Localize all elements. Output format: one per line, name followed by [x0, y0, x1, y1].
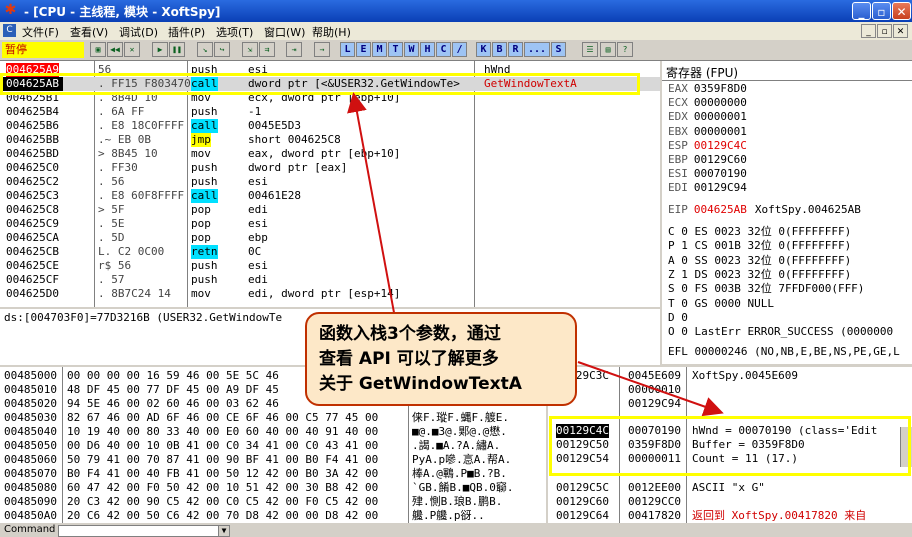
arrow-to-stack	[577, 361, 724, 417]
arrow-overlay	[347, 92, 724, 417]
callout-line-3: 关于 GetWindowTextA	[319, 374, 522, 394]
arrow-to-call	[347, 92, 396, 319]
callout-line-2: 查看 API 可以了解更多	[319, 349, 499, 369]
annotation-callout: 函数入栈3个参数，通过 查看 API 可以了解更多 关于 GetWindowTe…	[305, 312, 577, 406]
callout-line-1: 函数入栈3个参数，通过	[319, 324, 501, 344]
